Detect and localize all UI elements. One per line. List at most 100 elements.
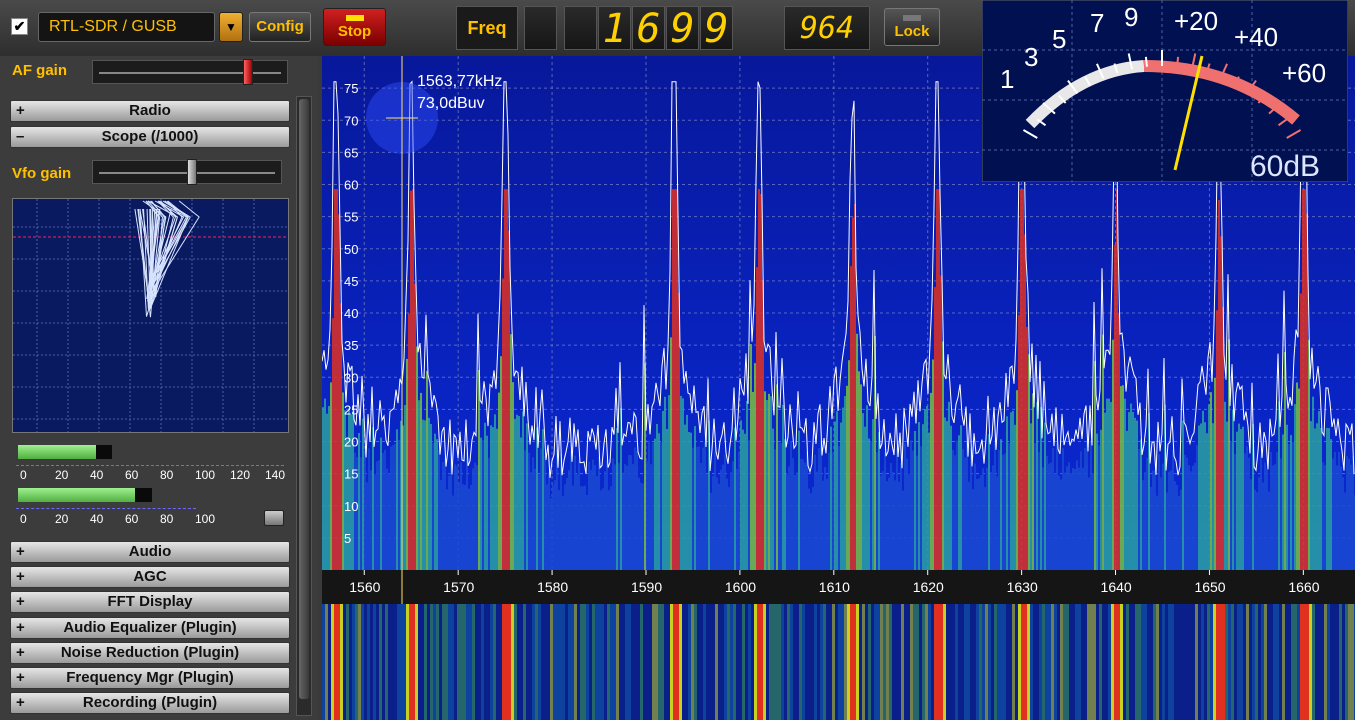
scope-plot <box>13 199 288 432</box>
device-select[interactable]: RTL-SDR / GUSB <box>38 12 215 42</box>
meter-tick-label: 120 <box>230 468 251 482</box>
x-tick-label: 1610 <box>819 579 850 595</box>
section-fft-display[interactable]: + FFT Display <box>10 591 290 613</box>
meter-tick-label: 20 <box>55 512 69 526</box>
stop-indicator-led <box>345 15 364 21</box>
chevron-down-icon: ▼ <box>225 20 237 34</box>
lock-indicator-led <box>903 15 921 21</box>
af-gain-slider[interactable] <box>92 59 288 85</box>
y-tick-label: 55 <box>344 210 358 225</box>
freq-digit[interactable] <box>564 6 597 50</box>
s-meter-scale-label: +20 <box>1174 6 1218 36</box>
s-meter-scale-label: 9 <box>1124 2 1138 32</box>
level-meter-1-scale: 0 20 40 60 80 100 120 140 <box>14 468 286 482</box>
y-tick-label: 65 <box>344 145 358 160</box>
meter-tick-label: 20 <box>55 468 69 482</box>
section-noise-reduction-plugin[interactable]: + Noise Reduction (Plugin) <box>10 642 290 664</box>
vfo-gain-slider[interactable] <box>92 159 282 185</box>
x-tick-label: 1570 <box>443 579 474 595</box>
y-tick-label: 20 <box>344 435 358 450</box>
x-tick-label: 1630 <box>1007 579 1038 595</box>
y-tick-label: 45 <box>344 274 358 289</box>
y-tick-label: 35 <box>344 338 358 353</box>
s-meter-readout: 60dB <box>1250 150 1320 182</box>
meter-tick-label: 100 <box>195 468 216 482</box>
vfo-gain-slider-thumb[interactable] <box>187 159 197 185</box>
meter-tick-label: 0 <box>20 512 27 526</box>
af-gain-label: AF gain <box>12 62 67 79</box>
section-audio-equalizer-plugin[interactable]: + Audio Equalizer (Plugin) <box>10 617 290 639</box>
left-control-panel: AF gain + Radio – Scope (/1000) Vfo gain <box>0 56 318 720</box>
x-tick-label: 1590 <box>631 579 662 595</box>
level-meter-2-fill <box>18 488 135 502</box>
section-scope[interactable]: – Scope (/1000) <box>10 126 290 148</box>
device-dropdown-button[interactable]: ▼ <box>219 12 243 42</box>
section-label: Frequency Mgr (Plugin) <box>66 669 234 686</box>
device-enable-checkbox[interactable]: ✔ <box>11 18 28 35</box>
section-agc[interactable]: + AGC <box>10 566 290 588</box>
section-label: Audio <box>128 543 172 560</box>
expand-icon: + <box>16 619 25 636</box>
meter-tick-label: 140 <box>265 468 286 482</box>
s-meter-scale-label: +40 <box>1234 22 1278 52</box>
cursor-level: 73,0dBuv <box>417 95 485 112</box>
scope-display <box>12 198 289 433</box>
section-recording-plugin[interactable]: + Recording (Plugin) <box>10 692 290 714</box>
section-label: AGC <box>133 568 167 585</box>
meter-options-button[interactable] <box>264 510 284 526</box>
config-button[interactable]: Config <box>249 12 311 42</box>
meter-tick-label: 40 <box>90 468 104 482</box>
freq-digits-khz[interactable]: 964 <box>784 6 870 50</box>
s-meter: 1357 9 +20 +40+60 60dB <box>982 0 1348 182</box>
freq-label: Freq <box>456 6 518 50</box>
stop-button[interactable]: Stop <box>323 8 386 46</box>
x-tick-label: 1580 <box>537 579 568 595</box>
expand-icon: + <box>16 593 25 610</box>
scrollbar-thumb[interactable] <box>299 99 309 699</box>
y-tick-label: 25 <box>344 402 358 417</box>
x-tick-label: 1650 <box>1194 579 1225 595</box>
s-meter-scale-label: 7 <box>1090 8 1104 38</box>
meter-tick-label: 60 <box>125 512 139 526</box>
lock-label: Lock <box>894 23 930 40</box>
section-label: Radio <box>129 102 171 119</box>
y-tick-label: 50 <box>344 242 358 257</box>
section-audio[interactable]: + Audio <box>10 541 290 563</box>
section-label: Recording (Plugin) <box>82 694 218 711</box>
lock-button[interactable]: Lock <box>884 8 940 46</box>
x-tick-label: 1640 <box>1101 579 1132 595</box>
section-label: Audio Equalizer (Plugin) <box>63 619 237 636</box>
y-tick-label: 5 <box>344 531 351 546</box>
expand-icon: + <box>16 543 25 560</box>
y-tick-label: 10 <box>344 499 358 514</box>
y-tick-label: 60 <box>344 178 358 193</box>
meter-tick-label: 60 <box>125 468 139 482</box>
meter-tick-label: 0 <box>20 468 27 482</box>
waterfall-display[interactable] <box>322 604 1355 720</box>
x-tick-label: 1600 <box>725 579 756 595</box>
af-gain-slider-thumb[interactable] <box>243 59 253 85</box>
section-radio[interactable]: + Radio <box>10 100 290 122</box>
freq-digit[interactable]: 9 <box>700 6 733 51</box>
section-frequency-mgr-plugin[interactable]: + Frequency Mgr (Plugin) <box>10 667 290 689</box>
cursor-frequency: 1563,77kHz <box>417 73 502 90</box>
section-label: FFT Display <box>107 593 193 610</box>
expand-icon: + <box>16 694 25 711</box>
x-tick-label: 1660 <box>1288 579 1319 595</box>
expand-icon: + <box>16 102 25 119</box>
s-meter-scale-label: 1 <box>1000 64 1014 94</box>
y-tick-label: 70 <box>344 113 358 128</box>
meter-tick-label: 100 <box>195 512 216 526</box>
meter-tick-label: 40 <box>90 512 104 526</box>
meter-tick-label: 80 <box>160 512 174 526</box>
section-label: Noise Reduction (Plugin) <box>60 644 240 661</box>
freq-digit[interactable]: 6 <box>632 6 665 51</box>
freq-digit[interactable] <box>524 6 557 50</box>
y-tick-label: 30 <box>344 370 358 385</box>
freq-digit[interactable]: 1 <box>598 6 631 51</box>
freq-digit[interactable]: 9 <box>666 6 699 51</box>
level-meter-2-scale: 0 20 40 60 80 100 <box>14 512 282 526</box>
stop-label: Stop <box>337 23 372 40</box>
left-panel-scrollbar[interactable] <box>296 96 312 716</box>
expand-icon: + <box>16 644 25 661</box>
